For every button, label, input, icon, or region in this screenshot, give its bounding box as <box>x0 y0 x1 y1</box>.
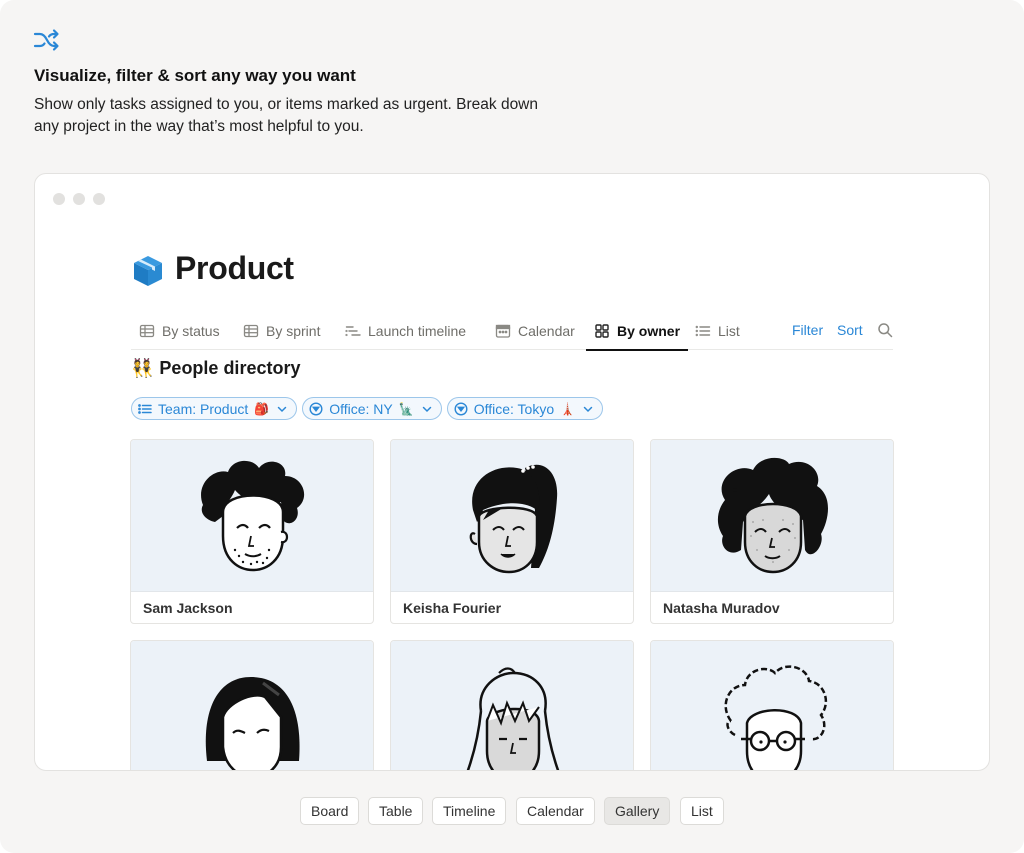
page-title: Product <box>175 250 294 286</box>
avatar-illustration-icon <box>201 460 305 572</box>
timeline-icon <box>345 326 361 337</box>
avatar-illustration-icon <box>724 665 828 770</box>
view-list-button[interactable]: List <box>680 797 724 825</box>
tab-label: By sprint <box>266 323 321 339</box>
filter-chip-label: Office: NY <box>329 400 393 417</box>
feature-description: Show only tasks assigned to you, or item… <box>34 96 538 135</box>
filter-bar: Team: Product 🎒 Office: NY 🗽 Office: Tok… <box>131 397 604 420</box>
person-name: Sam Jackson <box>143 600 233 616</box>
person-card[interactable] <box>390 640 634 770</box>
search-icon[interactable] <box>877 322 893 338</box>
view-switcher: Board Table Timeline Calendar Gallery Li… <box>0 797 1024 825</box>
avatar-illustration-icon <box>205 677 300 770</box>
tab-by-owner[interactable]: By owner <box>586 312 689 351</box>
view-calendar-button[interactable]: Calendar <box>516 797 595 825</box>
chevron-down-icon <box>583 406 593 412</box>
view-board-button[interactable]: Board <box>300 797 360 825</box>
person-illustration <box>651 641 893 770</box>
package-box-icon <box>134 256 162 286</box>
tab-list[interactable]: List <box>687 312 748 350</box>
person-card[interactable]: Keisha Fourier <box>390 439 634 624</box>
view-table-button[interactable]: Table <box>368 797 424 825</box>
filter-chip-office-ny[interactable]: Office: NY 🗽 <box>302 397 442 420</box>
section-title: People directory <box>159 358 301 378</box>
person-illustration <box>131 641 373 770</box>
person-card[interactable]: Sam Jackson <box>130 439 374 624</box>
filter-chip-team[interactable]: Team: Product 🎒 <box>131 397 298 420</box>
app-window: Product By status By sprint Launch timel… <box>34 173 990 771</box>
gallery-icon <box>595 324 609 338</box>
window-dot <box>93 193 105 205</box>
person-card[interactable] <box>650 640 894 770</box>
tab-label: By owner <box>617 323 681 339</box>
person-illustration <box>391 440 633 592</box>
person-card[interactable]: Natasha Muradov <box>650 439 894 624</box>
filter-circle-icon <box>309 401 323 416</box>
view-timeline-button[interactable]: Timeline <box>432 797 507 825</box>
shuffle-icon <box>33 29 59 51</box>
person-illustration <box>391 641 633 770</box>
sort-button[interactable]: Sort <box>837 322 863 338</box>
avatar-illustration-icon <box>469 464 558 574</box>
person-illustration <box>131 440 373 592</box>
list-icon <box>138 403 152 414</box>
active-tab-underline <box>586 349 689 351</box>
list-icon <box>695 325 711 337</box>
backpack-emoji-icon: 🎒 <box>254 401 270 416</box>
filter-circle-icon <box>454 401 468 416</box>
chevron-down-icon <box>422 406 431 412</box>
calendar-icon <box>495 324 511 338</box>
avatar-illustration-icon <box>466 667 560 770</box>
filter-chip-label: Team: Product <box>158 400 249 417</box>
tokyo-tower-emoji-icon: 🗼 <box>560 401 576 416</box>
window-dot <box>53 193 65 205</box>
window-controls <box>53 193 105 205</box>
chevron-down-icon <box>277 406 287 412</box>
window-dot <box>73 193 85 205</box>
person-name: Natasha Muradov <box>663 600 780 616</box>
tab-label: List <box>718 323 740 339</box>
filter-chip-label: Office: Tokyo <box>473 400 555 417</box>
tab-label: Launch timeline <box>368 323 467 339</box>
filter-chip-office-tokyo[interactable]: Office: Tokyo 🗼 <box>446 397 604 420</box>
statue-of-liberty-emoji-icon: 🗽 <box>398 401 414 416</box>
person-illustration <box>651 440 893 592</box>
tab-calendar[interactable]: Calendar <box>487 312 583 350</box>
person-card[interactable] <box>130 640 374 770</box>
section-heading: 👯 People directory <box>131 358 300 379</box>
tab-label: Calendar <box>518 323 575 339</box>
person-name: Keisha Fourier <box>403 600 502 616</box>
table-icon <box>139 324 155 338</box>
people-emoji-icon: 👯 <box>131 358 154 378</box>
tab-by-sprint[interactable]: By sprint <box>235 312 328 350</box>
filter-button[interactable]: Filter <box>792 322 823 338</box>
feature-title: Visualize, filter & sort any way you wan… <box>34 66 356 85</box>
feature-panel: Visualize, filter & sort any way you wan… <box>0 0 1024 853</box>
avatar-illustration-icon <box>717 457 828 574</box>
view-gallery-button[interactable]: Gallery <box>604 797 671 825</box>
table-icon <box>243 324 259 338</box>
tab-by-status[interactable]: By status <box>131 312 228 350</box>
tab-label: By status <box>162 323 220 339</box>
view-tabs: By status By sprint Launch timeline Cale… <box>131 312 893 351</box>
tab-launch-timeline[interactable]: Launch timeline <box>337 312 474 350</box>
